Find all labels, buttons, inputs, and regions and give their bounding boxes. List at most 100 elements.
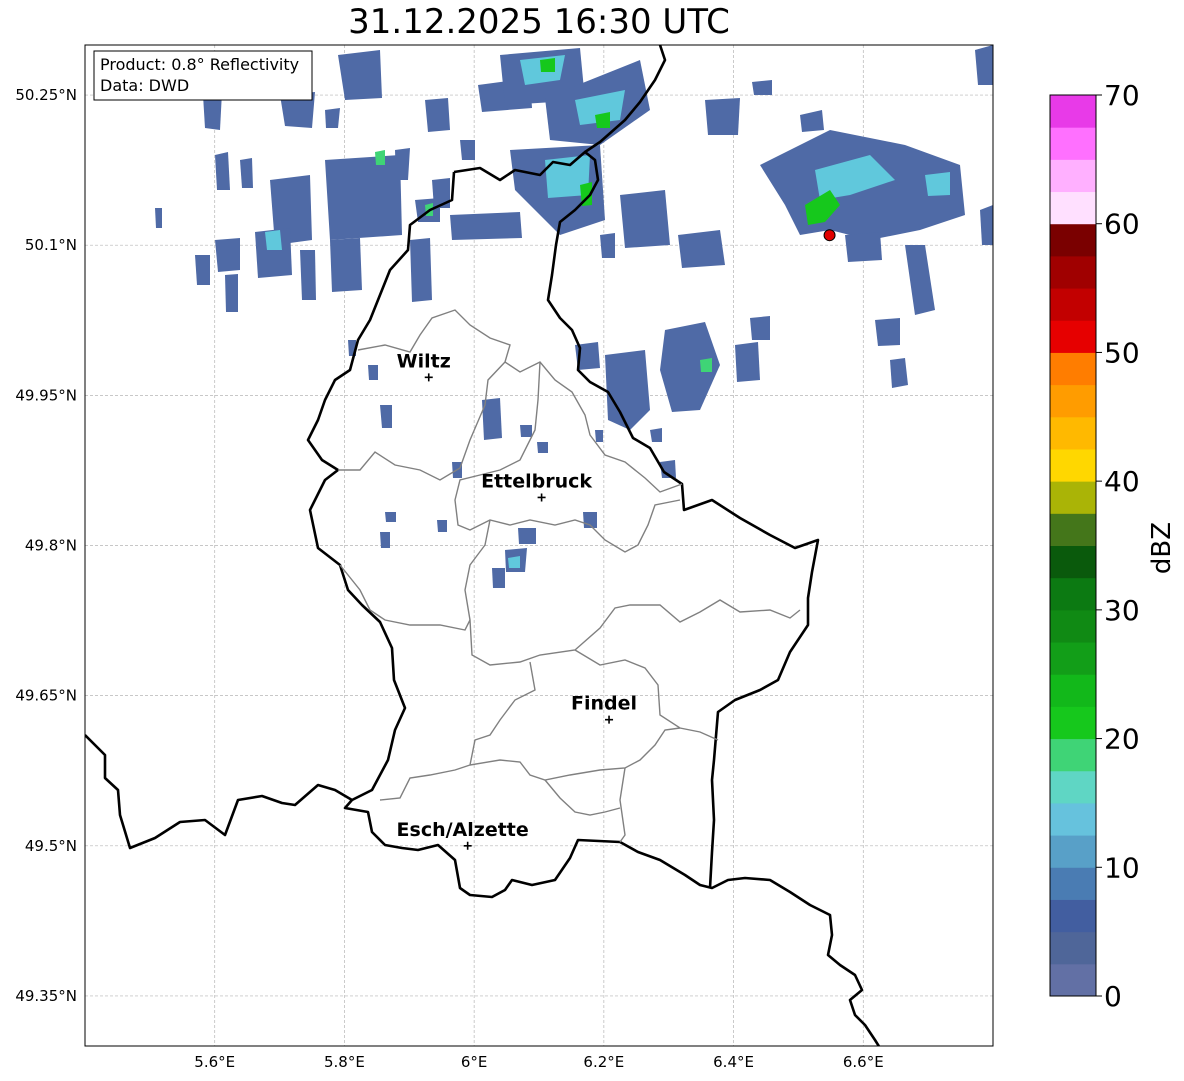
colorbar-segment (1050, 899, 1096, 933)
y-tick-label: 49.95°N (15, 386, 77, 404)
echo-cell (518, 528, 536, 544)
city-label: Wiltz (397, 350, 451, 372)
echo-cell (650, 428, 662, 442)
colorbar-segment (1050, 577, 1096, 611)
echo-cell (752, 80, 772, 95)
echo-cell (735, 342, 760, 382)
x-tick-label: 5.8°E (324, 1053, 365, 1071)
echo-cell (890, 358, 908, 388)
echo-core (925, 172, 950, 196)
colorbar-segment (1050, 642, 1096, 675)
echo-cell (325, 108, 340, 128)
city-label: Ettelbruck (481, 470, 592, 492)
echo-cell (460, 140, 475, 160)
colorbar-segment (1050, 191, 1096, 225)
echo-cell (980, 205, 993, 245)
colorbar-segment (1050, 513, 1096, 546)
colorbar-segment (1050, 609, 1096, 643)
colorbar-segment (1050, 931, 1096, 965)
echo-cell (385, 512, 396, 522)
colorbar-segment (1050, 770, 1096, 804)
echo-cell (437, 520, 447, 532)
echo-cell (678, 230, 725, 268)
y-tick-label: 49.8°N (25, 537, 77, 555)
echo-cell (492, 568, 505, 588)
colorbar-tick-label: 40 (1104, 465, 1140, 498)
echo-core (700, 358, 712, 372)
echo-core (375, 150, 385, 165)
city-label: Findel (571, 693, 637, 715)
echo-cell (520, 425, 532, 437)
echo-core (540, 58, 555, 72)
colorbar-segment (1050, 95, 1096, 128)
y-tick-label: 50.25°N (15, 86, 77, 104)
echo-core (508, 556, 520, 568)
x-tick-label: 6.4°E (713, 1053, 754, 1071)
colorbar-tick-label: 60 (1104, 208, 1140, 241)
colorbar-tick-label: 30 (1104, 594, 1140, 627)
colorbar-segment (1050, 706, 1096, 740)
echo-cell (338, 50, 382, 100)
colorbar-segment (1050, 223, 1096, 257)
echo-cell (215, 152, 230, 190)
map-area[interactable] (85, 45, 993, 1048)
colorbar-segment (1050, 255, 1096, 289)
y-tick-label: 49.65°N (15, 687, 77, 705)
colorbar-segment (1050, 867, 1096, 900)
colorbar-segment (1050, 448, 1096, 482)
echo-cell (380, 405, 392, 428)
colorbar-segment (1050, 545, 1096, 579)
y-tick-label: 50.1°N (25, 236, 77, 254)
echo-cell (875, 318, 900, 346)
echo-cell (240, 158, 253, 188)
echo-core (265, 230, 282, 250)
colorbar-segment (1050, 481, 1096, 514)
colorbar-segment (1050, 674, 1096, 707)
colorbar-segment (1050, 416, 1096, 450)
echo-cell (975, 45, 993, 85)
x-tick-label: 6.6°E (843, 1053, 884, 1071)
colorbar-segment (1050, 127, 1096, 160)
radar-site-marker (823, 229, 836, 242)
radar-map-figure: 5.6°E 5.8°E 6°E 6.2°E 6.4°E 6.6°E 50.25°N 50.1°… (15, 44, 1177, 1071)
colorbar-label: dBZ (1147, 522, 1177, 574)
info-product-line: Product: 0.8° Reflectivity (100, 55, 299, 74)
colorbar-tick-label: 50 (1104, 336, 1140, 369)
echo-cell (325, 155, 402, 240)
info-box: Product: 0.8° Reflectivity Data: DWD (93, 50, 313, 101)
colorbar-tick-label: 10 (1104, 851, 1140, 884)
echo-cell (595, 430, 603, 442)
echo-cell (410, 238, 432, 302)
city-label: Esch/Alzette (397, 819, 529, 841)
colorbar-segment (1050, 963, 1096, 997)
colorbar-segment (1050, 288, 1096, 321)
x-tick-label: 5.6°E (194, 1053, 235, 1071)
colorbar-segment (1050, 159, 1096, 193)
info-data-line: Data: DWD (100, 76, 189, 95)
echo-cell (330, 238, 362, 292)
echo-cell (215, 238, 240, 272)
colorbar-tick-label: 70 (1104, 79, 1140, 112)
colorbar-segment (1050, 384, 1096, 418)
colorbar (1050, 95, 1096, 997)
colorbar-ticks: 0 10 20 30 40 50 60 70 (1096, 79, 1140, 1013)
echo-cell (450, 212, 522, 240)
echo-cell (705, 98, 740, 135)
echo-cell (750, 316, 770, 340)
x-tick-label: 6°E (461, 1053, 488, 1071)
echo-cell (155, 208, 162, 228)
colorbar-segment (1050, 352, 1096, 386)
echo-cell (620, 190, 670, 248)
colorbar-tick-label: 20 (1104, 723, 1140, 756)
colorbar-segment (1050, 802, 1096, 836)
echo-cell (600, 233, 615, 258)
y-tick-label: 49.5°N (25, 837, 77, 855)
x-tick-label: 6.2°E (583, 1053, 624, 1071)
echo-cell (300, 250, 316, 300)
echo-cell (195, 255, 210, 285)
colorbar-segment (1050, 738, 1096, 772)
echo-cell (425, 98, 450, 132)
echo-cell (845, 232, 882, 262)
echo-cell (225, 274, 238, 312)
echo-cell (380, 532, 390, 548)
